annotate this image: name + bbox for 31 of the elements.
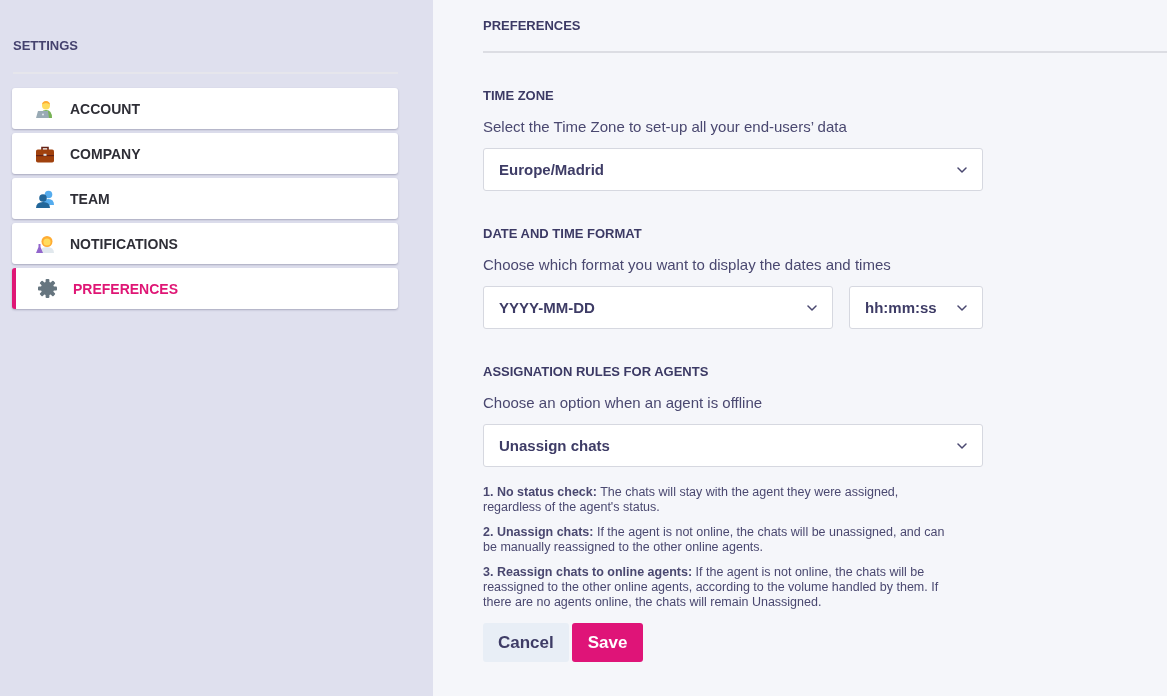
rule-note: 1. No status check: The chats will stay with the agent they were assigned, regardless of the agent's status. <box>483 485 900 515</box>
dropdown[interactable]: hh:mm:ss <box>849 286 983 329</box>
person-laptop-icon <box>35 99 54 118</box>
section-description: Choose which format you want to display the dates and times <box>483 257 892 273</box>
dropdown[interactable]: Unassign chats <box>483 424 983 467</box>
save-button[interactable]: Save <box>571 623 644 662</box>
sidebar-item[interactable]: ACCOUNT <box>12 88 398 129</box>
section-description: Select the Time Zone to set-up all your end-users’ data <box>483 119 848 135</box>
chevron-down-icon <box>957 442 967 449</box>
sidebar-title: SETTINGS <box>12 38 79 54</box>
two-people-icon <box>35 189 54 208</box>
cancel-button[interactable]: Cancel <box>483 623 569 662</box>
sidebar-item[interactable]: TEAM <box>12 178 398 219</box>
section-heading: DATE AND TIME FORMAT <box>483 226 643 242</box>
page-title: PREFERENCES <box>483 18 582 34</box>
chevron-down-icon <box>957 166 967 173</box>
dropdown[interactable]: Europe/Madrid <box>483 148 983 191</box>
dropdown[interactable]: YYYY-MM-DD <box>483 286 833 329</box>
sidebar-item[interactable]: PREFERENCES <box>12 268 398 309</box>
section-heading: TIME ZONE <box>483 88 555 104</box>
section-heading: ASSIGNATION RULES FOR AGENTS <box>483 364 710 380</box>
person-flask-icon <box>35 234 54 253</box>
rule-note: 2. Unassign chats: If the agent is not online, the chats will be unassigned, and can be manually reassigned to the other online agents. <box>483 525 945 555</box>
gear-icon <box>38 279 57 298</box>
chevron-down-icon <box>957 304 967 311</box>
section-description: Choose an option when an agent is offline <box>483 395 764 411</box>
sidebar-item[interactable]: NOTIFICATIONS <box>12 223 398 264</box>
briefcase-icon <box>35 144 54 163</box>
chevron-down-icon <box>807 304 817 311</box>
rule-note: 3. Reassign chats to online agents: If the agent is not online, the chats will be reassigned to the other online agents, according to the volume handled by them. If there are no agents online, the chats will remain Unassigned. <box>483 565 940 610</box>
sidebar-item[interactable]: COMPANY <box>12 133 398 174</box>
